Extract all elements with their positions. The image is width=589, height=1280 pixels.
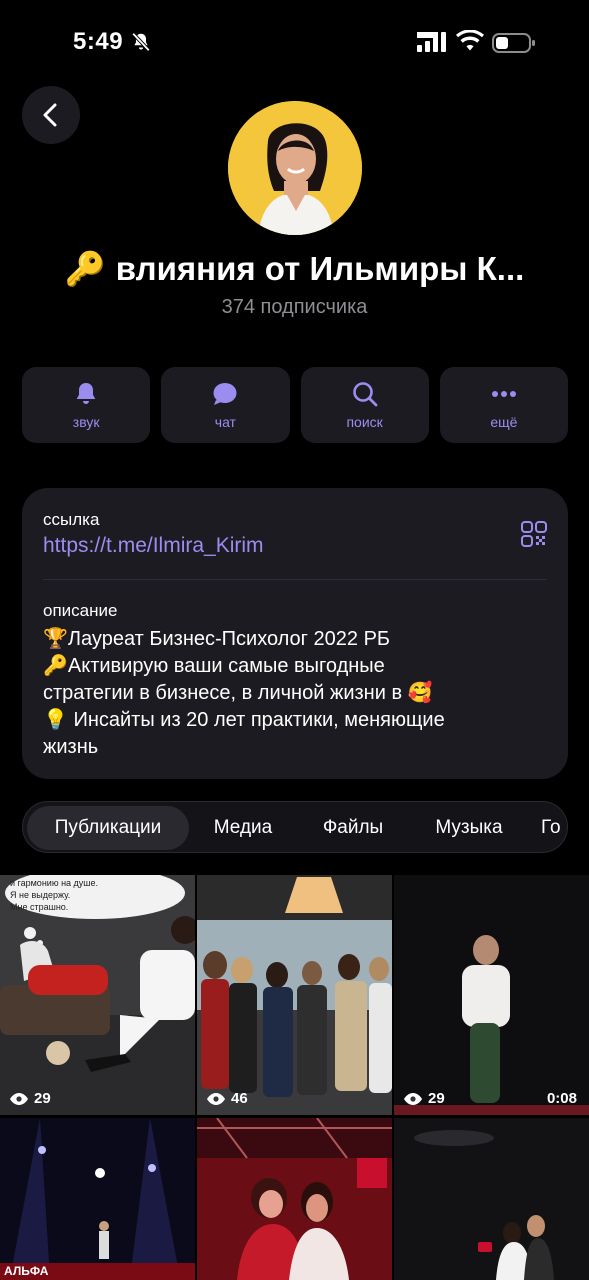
media-thumbnail[interactable] — [197, 1118, 392, 1280]
view-count: 29 — [404, 1090, 445, 1107]
video-duration: 0:08 — [546, 1090, 577, 1107]
channel-title-text: влияния от Ильмиры К... — [115, 250, 525, 287]
content-tabs: Публикации Медиа Файлы Музыка Го — [22, 801, 568, 853]
thumbnail-caption: и гармонию на душе. Я не выдержу. Мне ст… — [10, 877, 98, 913]
status-bar: 5:49 — [0, 0, 589, 88]
more-button-label: ещё — [490, 414, 518, 430]
caption-line: Я не выдержу. — [10, 890, 71, 900]
cellular-signal-icon — [417, 32, 446, 52]
info-divider — [43, 579, 547, 580]
search-icon — [352, 382, 378, 407]
description-label: описание — [43, 601, 118, 620]
tab-files[interactable]: Файлы — [303, 806, 403, 850]
key-emoji-icon: 🔑 — [64, 250, 106, 287]
search-button[interactable]: поиск — [300, 367, 429, 443]
thumbnail-image — [394, 1118, 589, 1280]
avatar-photo — [228, 101, 362, 235]
tab-posts[interactable]: Публикации — [27, 806, 189, 850]
bell-icon — [76, 383, 96, 404]
eye-icon — [404, 1092, 422, 1105]
media-grid: и гармонию на душе. Я не выдержу. Мне ст… — [0, 875, 589, 1280]
caption-line: Мне страшно. — [10, 902, 69, 912]
tab-media[interactable]: Медиа — [193, 806, 293, 850]
more-dots-icon — [491, 391, 516, 397]
view-count: 46 — [207, 1090, 248, 1107]
chat-button[interactable]: чат — [161, 367, 290, 443]
view-count-value: 29 — [34, 1090, 51, 1107]
battery-icon — [492, 33, 535, 53]
view-count-value: 46 — [231, 1090, 248, 1107]
tab-music[interactable]: Музыка — [415, 806, 523, 850]
channel-title: 🔑 влияния от Ильмиры К... — [0, 250, 589, 289]
media-thumbnail[interactable]: 29 0:08 — [394, 875, 589, 1115]
description-line: стратегии в бизнесе, в личной жизни в 🥰 — [43, 682, 433, 704]
channel-link[interactable]: https://t.me/Ilmira_Kirim — [43, 534, 264, 558]
description-line: 💡 Инсайты из 20 лет практики, меняющие — [43, 709, 445, 731]
channel-avatar[interactable] — [228, 101, 362, 235]
wifi-icon — [456, 30, 484, 51]
thumbnail-image — [0, 1118, 195, 1280]
action-bar: звук чат поиск ещё — [22, 367, 568, 443]
thumbnail-image — [394, 875, 589, 1115]
media-thumbnail[interactable]: АЛЬФА — [0, 1118, 195, 1280]
eye-icon — [207, 1092, 225, 1105]
qr-code-icon[interactable] — [520, 520, 548, 548]
tab-more-truncated[interactable]: Го — [541, 806, 567, 850]
media-thumbnail[interactable] — [394, 1118, 589, 1280]
chat-button-label: чат — [214, 414, 236, 430]
description-line: жизнь — [43, 736, 99, 758]
thumbnail-image — [197, 875, 392, 1115]
info-card: ссылка https://t.me/Ilmira_Kirim описани… — [22, 488, 568, 779]
description-line: 🔑Активирую ваши самые выгодные — [43, 655, 385, 677]
banner-text: АЛЬФА — [4, 1264, 49, 1278]
caption-line: и гармонию на душе. — [10, 878, 99, 888]
view-count: 29 — [10, 1090, 51, 1107]
sound-button-label: звук — [72, 414, 100, 430]
media-thumbnail[interactable]: 46 — [197, 875, 392, 1115]
eye-icon — [10, 1092, 28, 1105]
more-button[interactable]: ещё — [439, 367, 568, 443]
back-button[interactable] — [22, 86, 80, 144]
sound-button[interactable]: звук — [22, 367, 151, 443]
chat-bubble-icon — [213, 383, 237, 405]
chevron-left-icon — [43, 103, 57, 127]
subscriber-count: 374 подписчика — [221, 296, 368, 318]
media-thumbnail[interactable]: и гармонию на душе. Я не выдержу. Мне ст… — [0, 875, 195, 1115]
view-count-value: 29 — [428, 1090, 445, 1107]
bell-off-icon — [131, 32, 151, 52]
search-button-label: поиск — [346, 414, 383, 430]
link-label: ссылка — [43, 510, 100, 529]
status-time: 5:49 — [73, 28, 124, 55]
channel-description: 🏆Лауреат Бизнес-Психолог 2022 РБ 🔑Активи… — [43, 626, 533, 761]
description-line: 🏆Лауреат Бизнес-Психолог 2022 РБ — [43, 628, 391, 650]
thumbnail-image — [197, 1118, 392, 1280]
